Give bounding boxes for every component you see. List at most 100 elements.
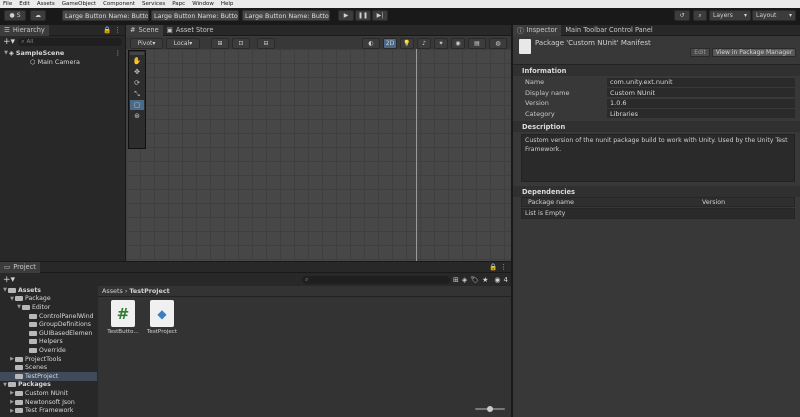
scene-viewport[interactable]: [126, 49, 511, 261]
history-button[interactable]: ↺: [674, 10, 690, 21]
tree-item[interactable]: GroupDefinitions: [0, 320, 97, 329]
field-value[interactable]: com.unity.ext.nunit: [607, 77, 795, 87]
zoom-slider[interactable]: [475, 406, 505, 412]
project-toolbar: +▾ ⌕ ⊞ ◈ 🏷 ★ ◉ 4: [0, 274, 511, 285]
layout-dropdown[interactable]: Layout ▾: [752, 10, 796, 21]
breadcrumb-testproject[interactable]: TestProject: [129, 287, 169, 295]
field-value[interactable]: Libraries: [607, 109, 795, 119]
palette-handle[interactable]: [130, 52, 144, 55]
tree-item[interactable]: ControlPanelWind: [0, 312, 97, 321]
menu-window[interactable]: Window: [192, 0, 214, 8]
scene-row[interactable]: ▼ ◈ SampleScene ⋮: [0, 48, 125, 57]
tree-item[interactable]: GUIBasedElemen: [0, 329, 97, 338]
add-icon[interactable]: +▾: [3, 275, 15, 285]
tree-item[interactable]: ▶ Newtonsoft Json: [0, 398, 97, 407]
lighting-toggle[interactable]: 💡: [400, 37, 414, 49]
rect-tool-button[interactable]: ▢: [130, 100, 144, 110]
tree-item[interactable]: TestProject: [0, 371, 97, 381]
more-icon[interactable]: ⋮: [500, 263, 507, 271]
hand-tool-button[interactable]: ✋: [130, 56, 144, 66]
add-icon[interactable]: +▾: [3, 37, 15, 47]
asset-item-testproject[interactable]: ◆ TestProject: [147, 300, 177, 335]
audio-toggle[interactable]: ♪: [417, 37, 431, 49]
tree-item[interactable]: ▼ Assets: [0, 286, 97, 295]
menu-papc[interactable]: Papc: [172, 0, 185, 8]
tab-scene[interactable]: # Scene: [126, 25, 163, 36]
tab-main-toolbar-control-panel[interactable]: Main Toolbar Control Panel: [561, 25, 656, 36]
layout-label: Layout: [756, 12, 777, 19]
tree-item[interactable]: Helpers: [0, 338, 97, 347]
tree-item[interactable]: ▼ Package: [0, 295, 97, 304]
tree-item[interactable]: ▶ ProjectTools: [0, 355, 97, 364]
2d-toggle[interactable]: 2D: [383, 37, 397, 49]
step-button[interactable]: ▶|: [372, 10, 388, 21]
menu-services[interactable]: Services: [142, 0, 165, 8]
menu-component[interactable]: Component: [103, 0, 135, 8]
cloud-button[interactable]: ☁: [30, 10, 46, 21]
tree-item[interactable]: ▶ Test Framework: [0, 406, 97, 415]
pivot-dropdown[interactable]: Pivot ▾: [130, 37, 163, 49]
menu-help[interactable]: Help: [221, 0, 234, 8]
pause-icon: ❚❚: [357, 12, 369, 19]
tree-item[interactable]: ▼ Packages: [0, 381, 97, 390]
visibility-toggle[interactable]: ◉: [451, 37, 465, 49]
eye-icon[interactable]: ◉: [494, 276, 500, 284]
snap-increment-button[interactable]: ⊡: [232, 37, 250, 49]
more-icon[interactable]: ⋮: [114, 26, 121, 34]
move-tool-button[interactable]: ✥: [130, 67, 144, 77]
gizmos-button[interactable]: ◍: [489, 37, 507, 49]
account-button[interactable]: ● S: [4, 10, 26, 21]
search-button[interactable]: ⌕: [693, 10, 707, 21]
tree-item[interactable]: ▼ Editor: [0, 303, 97, 312]
tree-item[interactable]: Override: [0, 346, 97, 355]
lock-icon[interactable]: 🔒: [489, 263, 497, 271]
zoom-slider-handle[interactable]: [487, 406, 493, 412]
breadcrumb-assets[interactable]: Assets: [102, 287, 123, 295]
star-icon[interactable]: ★: [482, 276, 488, 284]
field-value[interactable]: 1.0.6: [607, 98, 795, 108]
large-button-3[interactable]: Large Button Name: Button3: [151, 10, 239, 21]
tab-project[interactable]: ▭ Project: [0, 261, 40, 273]
menu-edit[interactable]: Edit: [19, 0, 30, 8]
hierarchy-search-input[interactable]: ⌕ All: [18, 38, 122, 46]
rotate-tool-button[interactable]: ⟳: [130, 78, 144, 88]
play-button[interactable]: ▶: [338, 10, 354, 21]
grid-snap-button[interactable]: ⊞: [211, 37, 229, 49]
view-in-package-manager-button[interactable]: View in Package Manager: [712, 48, 796, 57]
menu-file[interactable]: File: [3, 0, 12, 8]
menu-gameobject[interactable]: GameObject: [62, 0, 96, 8]
edit-button[interactable]: Edit: [690, 48, 710, 57]
layers-dropdown[interactable]: Layers ▾: [709, 10, 751, 21]
tag-icon[interactable]: 🏷: [470, 276, 479, 284]
effects-toggle[interactable]: ✦: [434, 37, 448, 49]
rotate-icon: ⟳: [134, 79, 140, 87]
project-search-input[interactable]: ⌕: [301, 275, 450, 284]
camera-button[interactable]: ▤: [468, 37, 486, 49]
lock-icon[interactable]: 🔒: [103, 26, 111, 34]
tree-item-label: Newtonsoft Json: [25, 398, 75, 406]
more-icon[interactable]: ⋮: [115, 49, 121, 57]
tab-hierarchy[interactable]: ☰ Hierarchy: [0, 24, 49, 36]
scale-tool-button[interactable]: ⤡: [130, 89, 144, 99]
align-button[interactable]: ⊟: [257, 37, 275, 49]
inspector-panel: ⓘ Inspector Main Toolbar Control Panel P…: [513, 24, 800, 417]
pause-button[interactable]: ❚❚: [355, 10, 371, 21]
field-value[interactable]: Custom NUnit: [607, 88, 795, 98]
description-text[interactable]: Custom version of the nunit package buil…: [521, 134, 795, 182]
search-placeholder: All: [26, 39, 34, 45]
asset-item-testbutton[interactable]: # TestButto...: [107, 300, 139, 335]
filter-label-icon[interactable]: ◈: [462, 276, 467, 284]
list-item[interactable]: ⬡ Main Camera: [0, 57, 125, 66]
draw-mode-button[interactable]: ◐: [362, 37, 380, 49]
tab-inspector[interactable]: ⓘ Inspector: [513, 24, 562, 36]
filter-type-icon[interactable]: ⊞: [453, 276, 459, 284]
tab-asset-store[interactable]: ▣ Asset Store: [163, 25, 218, 36]
large-button-6[interactable]: Large Button Name: Button6: [242, 10, 330, 21]
transform-tool-button[interactable]: ⊛: [130, 111, 144, 121]
menu-assets[interactable]: Assets: [37, 0, 55, 8]
local-dropdown[interactable]: Local ▾: [166, 37, 200, 49]
tree-item[interactable]: Scenes: [0, 363, 97, 372]
item-label: Main Camera: [37, 57, 80, 66]
tree-item[interactable]: ▶ Custom NUnit: [0, 389, 97, 398]
large-button-5[interactable]: Large Button Name: Button5: [62, 10, 149, 21]
